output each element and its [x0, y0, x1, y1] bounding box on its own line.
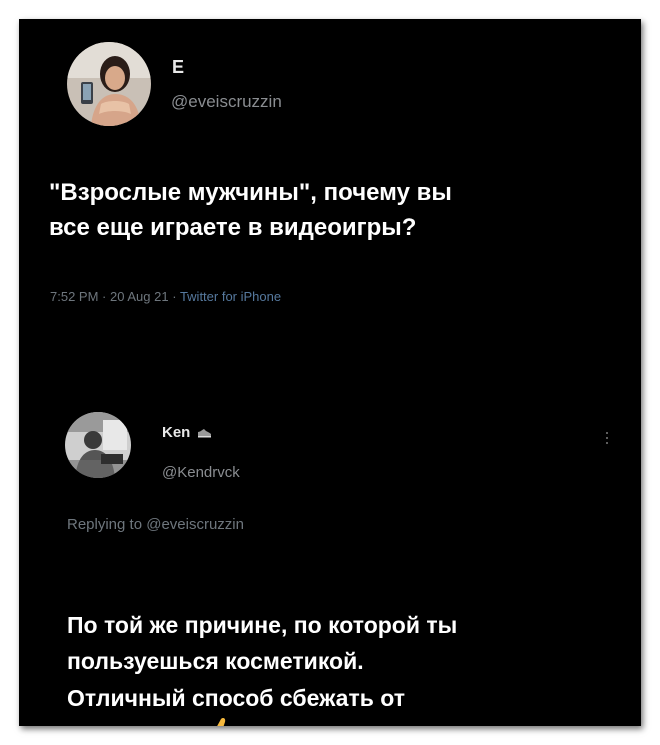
sneaker-icon [197, 429, 211, 438]
reply-text: По той же причине, по которой ты пользуе… [67, 570, 627, 726]
replying-to-handle[interactable]: @eveiscruzzin [146, 516, 244, 533]
author-name[interactable]: E [172, 57, 184, 78]
replying-to-line: Replying to @eveiscruzzin [67, 516, 244, 533]
author-handle[interactable]: @eveiscruzzin [171, 92, 282, 112]
author-avatar[interactable] [67, 42, 151, 126]
reply-author-avatar[interactable] [65, 412, 131, 478]
tweet-source-link[interactable]: Twitter for iPhone [180, 289, 281, 304]
screenshot-frame: E @eveiscruzzin "Взрослые мужчины", поче… [19, 19, 641, 726]
reply-author-name-text: Ken [162, 424, 191, 441]
reply-text-body: По той же причине, по которой ты пользуе… [67, 611, 458, 727]
replying-to-label: Replying to [67, 516, 143, 533]
more-options-icon[interactable] [605, 432, 609, 447]
reply-author-handle[interactable]: @Kendrvck [162, 464, 240, 481]
tweet-time[interactable]: 7:52 PM [50, 289, 98, 304]
tweet-text: "Взрослые мужчины", почему вы все еще иг… [49, 179, 452, 241]
thumbs-up-icon [217, 718, 226, 726]
meta-separator: · [102, 289, 107, 304]
tweet-meta: 7:52 PM · 20 Aug 21 · Twitter for iPhone [50, 289, 281, 304]
tweet-date[interactable]: 20 Aug 21 [110, 289, 169, 304]
reply-author-name[interactable]: Ken [162, 424, 212, 441]
meta-separator: · [172, 289, 177, 304]
